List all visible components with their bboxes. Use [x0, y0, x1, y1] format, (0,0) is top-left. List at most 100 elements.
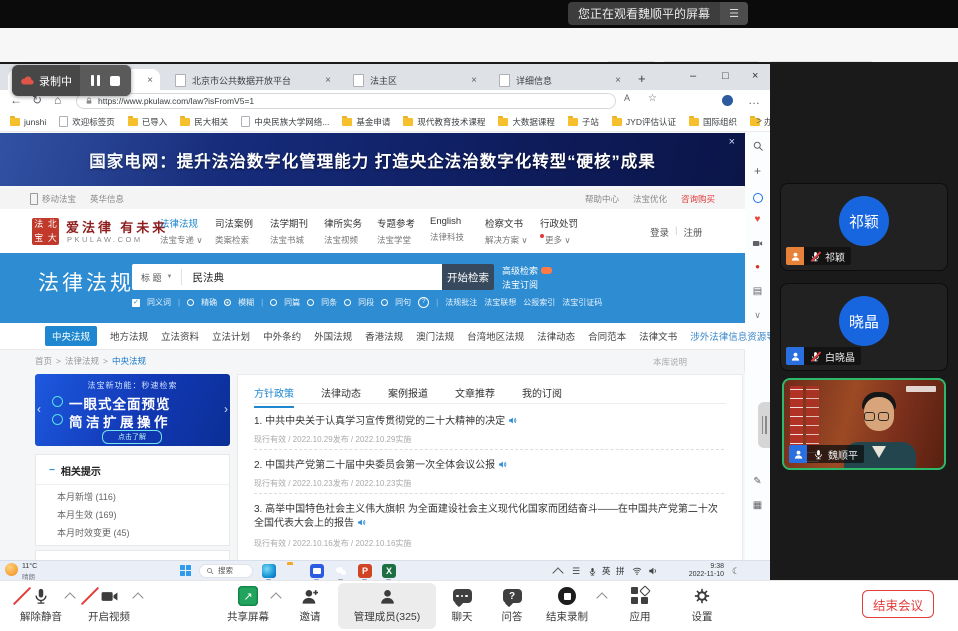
bookmark-item[interactable]: 国际组织: [689, 116, 737, 128]
participant-tile[interactable]: 祁颖 祁颖: [780, 183, 948, 271]
participant-tile[interactable]: 晓晶 白晓晶: [780, 283, 948, 371]
bookmarks-overflow-icon[interactable]: >: [756, 116, 762, 127]
category-tab[interactable]: 外国法规: [314, 329, 352, 343]
help-icon[interactable]: ?: [418, 297, 429, 308]
tips-item[interactable]: 本月新增 (116): [36, 485, 229, 503]
utility-link[interactable]: 帮助中心: [585, 193, 619, 205]
meeting-app-icon[interactable]: [310, 564, 324, 578]
radio-scope[interactable]: [270, 299, 277, 306]
bookmark-item[interactable]: JYD评估认证: [612, 116, 676, 128]
utility-link[interactable]: 法宝优化: [633, 193, 667, 205]
search-extra-link[interactable]: 法宝引证码: [562, 297, 602, 308]
nav-col-laws[interactable]: 法律法规法宝专递 ∨: [160, 216, 212, 246]
address-bar[interactable]: https://www.pkulaw.com/law?isFromV5=1: [76, 93, 616, 109]
content-tab[interactable]: 案例报道: [388, 385, 428, 408]
window-maximize-button[interactable]: □: [722, 70, 729, 82]
carousel-left-icon[interactable]: ‹: [37, 402, 41, 416]
taskbar-search[interactable]: 搜索: [199, 564, 253, 578]
promo-banner[interactable]: 国家电网：提升法治数字化管理能力 打造央企法治数字化转型“硬核”成果 ×: [0, 133, 745, 186]
register-link[interactable]: 注册: [683, 225, 702, 239]
participant-video-tile[interactable]: 魏顺平: [782, 378, 946, 470]
tab-close-icon[interactable]: ×: [471, 75, 477, 86]
breadcrumb-item[interactable]: 法律法规: [65, 355, 99, 367]
sidebar-discover-icon[interactable]: [745, 190, 770, 208]
category-tab[interactable]: 合同范本: [588, 329, 626, 343]
advanced-search-link[interactable]: 高级检索: [502, 264, 552, 277]
category-tab[interactable]: 立法计划: [212, 329, 250, 343]
login-link[interactable]: 登录: [650, 225, 669, 239]
subscribe-link[interactable]: 法宝订阅: [502, 278, 538, 291]
category-tab[interactable]: 地方法规: [110, 329, 148, 343]
search-button[interactable]: 开始检索: [442, 264, 494, 290]
settings-button[interactable]: 设置: [680, 586, 724, 624]
search-extra-link[interactable]: 法规批注: [445, 297, 477, 308]
sidebar-dot-icon[interactable]: ●: [745, 262, 770, 271]
search-field-select[interactable]: 标 题 ▼: [132, 269, 182, 285]
record-options-caret[interactable]: [596, 592, 607, 603]
utility-link[interactable]: 移动法宝: [42, 193, 76, 205]
browser-tab[interactable]: 法主区 ×: [346, 69, 484, 92]
bookmark-item[interactable]: junshi: [10, 117, 46, 127]
search-extra-link[interactable]: 法宝联想: [484, 297, 516, 308]
profile-avatar[interactable]: [722, 95, 733, 106]
sidebar-edit-icon[interactable]: ✎: [745, 476, 770, 487]
nav-col-penal[interactable]: 行政处罚更多 ∨: [540, 216, 592, 246]
window-minimize-button[interactable]: –: [690, 70, 696, 82]
category-tab[interactable]: 澳门法规: [416, 329, 454, 343]
wifi-icon[interactable]: [632, 561, 642, 580]
bookmark-item[interactable]: 现代教育技术课程: [403, 116, 485, 128]
end-meeting-button[interactable]: 结束会议: [862, 590, 934, 618]
category-tab[interactable]: 台湾地区法规: [467, 329, 524, 343]
tray-mic-icon[interactable]: [588, 561, 597, 580]
search-extra-link[interactable]: 公报索引: [523, 297, 555, 308]
audio-icon[interactable]: [498, 460, 507, 469]
start-button[interactable]: [180, 565, 192, 577]
bookmark-item[interactable]: 基金申请: [342, 116, 390, 128]
edge-app-icon[interactable]: [262, 564, 276, 578]
tab-close-icon[interactable]: ×: [615, 75, 621, 86]
stop-recording-button[interactable]: 结束录制: [538, 586, 596, 624]
banner-close-icon[interactable]: ×: [729, 136, 735, 148]
powerpoint-app-icon[interactable]: P: [358, 564, 372, 578]
content-tab[interactable]: 文章推荐: [455, 385, 495, 408]
radio-scope[interactable]: [381, 299, 388, 306]
carousel-right-icon[interactable]: ›: [224, 402, 228, 416]
bookmark-item[interactable]: 已导入: [128, 116, 168, 128]
bookmark-item[interactable]: 大数据课程: [498, 116, 555, 128]
article-title[interactable]: 3. 高举中国特色社会主义伟大旗帜 为全面建设社会主义现代化国家而团结奋斗——在…: [254, 503, 720, 531]
radio-scope[interactable]: [344, 299, 351, 306]
content-tab-active[interactable]: 方针政策: [254, 385, 294, 408]
bookmark-item[interactable]: 民大相关: [180, 116, 228, 128]
nav-col-practice[interactable]: 律所实务法宝视频: [324, 216, 376, 246]
search-input[interactable]: 民法典: [182, 270, 224, 285]
category-tab-active[interactable]: 中央法规: [45, 326, 97, 346]
tab-close-icon[interactable]: ×: [325, 75, 331, 86]
new-tab-button[interactable]: +: [638, 71, 646, 86]
start-video-button[interactable]: 开启视频: [80, 586, 138, 624]
apps-button[interactable]: 应用: [618, 586, 662, 624]
article-title[interactable]: 2. 中国共产党第二十届中央委员会第一次全体会议公报: [254, 459, 720, 473]
sidebar-more-icon[interactable]: ∨: [745, 310, 770, 321]
article-title[interactable]: 1. 中共中央关于认真学习宣传贯彻党的二十大精神的决定: [254, 415, 720, 429]
collapse-icon[interactable]: −: [49, 465, 55, 476]
checkbox-checked-icon[interactable]: ✓: [132, 299, 140, 307]
audio-icon[interactable]: [357, 518, 366, 527]
content-tab[interactable]: 我的订阅: [522, 385, 562, 408]
category-tab[interactable]: 立法资料: [161, 329, 199, 343]
bookmark-item[interactable]: 中央民族大学网络...: [241, 116, 329, 128]
window-close-button[interactable]: ×: [752, 70, 758, 82]
bookmark-item[interactable]: 欢迎标签页: [59, 116, 115, 128]
share-screen-button[interactable]: ↗ 共享屏幕: [218, 586, 278, 624]
radio-exact[interactable]: [187, 299, 194, 306]
browser-tab[interactable]: 北京市公共数据开放平台 ×: [168, 69, 338, 92]
panel-collapse-handle[interactable]: [758, 402, 770, 448]
excel-app-icon[interactable]: X: [382, 564, 396, 578]
browser-menu-icon[interactable]: …: [748, 93, 760, 107]
nav-col-english[interactable]: English法律科技: [430, 216, 482, 243]
invite-button[interactable]: 邀请: [288, 586, 332, 624]
tray-expand-icon[interactable]: [554, 561, 562, 580]
tips-item[interactable]: 本月生效 (169): [36, 503, 229, 521]
nav-col-documents[interactable]: 检察文书解决方案 ∨: [485, 216, 537, 246]
radio-scope[interactable]: [307, 299, 314, 306]
sidebar-camera-icon[interactable]: [745, 238, 770, 249]
